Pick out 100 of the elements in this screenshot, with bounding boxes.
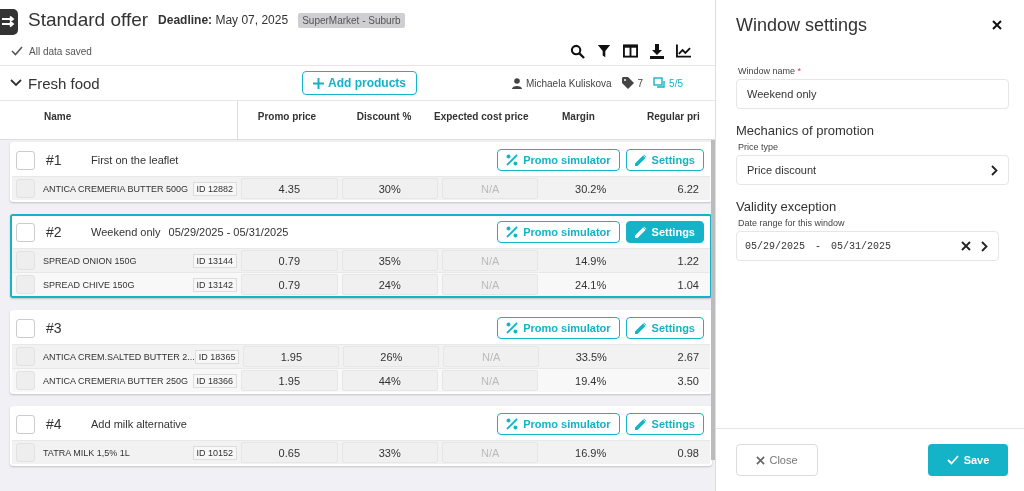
download-icon[interactable] bbox=[650, 43, 664, 59]
tag-icon bbox=[621, 77, 634, 89]
window-number: #1 bbox=[46, 152, 63, 168]
column-header: Discount % bbox=[355, 110, 413, 124]
margin-cell-text: 30.2% bbox=[574, 181, 608, 197]
date-separator: - bbox=[815, 240, 822, 252]
price-type-select[interactable]: Price discount bbox=[736, 155, 1009, 185]
discount-cell[interactable]: 35% bbox=[341, 250, 438, 271]
window-name: Add milk alternative bbox=[91, 418, 187, 430]
search-icon[interactable] bbox=[570, 43, 585, 59]
tag-count: 7 bbox=[637, 77, 644, 89]
window-number: #3 bbox=[46, 320, 63, 336]
field-label: Price type bbox=[738, 142, 780, 152]
close-icon[interactable] bbox=[992, 20, 1002, 30]
window-count: 5/5 bbox=[669, 77, 683, 89]
discount-cell[interactable]: 44% bbox=[341, 370, 438, 391]
columns-icon[interactable] bbox=[623, 44, 638, 58]
store-tag: SuperMarket - Suburb bbox=[298, 12, 405, 28]
chart-icon[interactable] bbox=[676, 44, 691, 58]
windows-icon bbox=[653, 77, 666, 89]
promo-price-cell[interactable]: 1.95 bbox=[241, 370, 338, 391]
chevron-right-icon[interactable] bbox=[981, 240, 988, 252]
column-header: Margin bbox=[561, 110, 596, 124]
panel-title: Window settings bbox=[736, 14, 868, 36]
product-id: ID 13144 bbox=[192, 253, 238, 268]
regular-price-cell-text: 6.22 bbox=[676, 181, 700, 197]
margin-cell-text: 19.4% bbox=[574, 373, 608, 389]
regular-price-cell-text: 3.50 bbox=[676, 373, 700, 389]
window-number: #2 bbox=[46, 224, 63, 240]
percent-icon bbox=[506, 418, 519, 430]
regular-price-cell-text: 1.22 bbox=[676, 253, 700, 269]
pencil-icon bbox=[634, 322, 647, 334]
product-name: SPREAD CHIVE 150G bbox=[43, 278, 136, 291]
product-name: SPREAD ONION 150G bbox=[43, 254, 138, 267]
date-to: 05/31/2025 bbox=[831, 240, 892, 252]
date-range-field[interactable]: 05/29/2025 - 05/31/2025 bbox=[736, 231, 999, 261]
regular-price-cell-text: 0.98 bbox=[676, 445, 700, 461]
scrollbar[interactable] bbox=[711, 140, 715, 460]
check-icon bbox=[11, 46, 23, 56]
product-id: ID 10152 bbox=[192, 445, 238, 460]
close-icon bbox=[756, 455, 766, 465]
promo-price-cell[interactable]: 1.95 bbox=[243, 346, 340, 367]
column-header: Name bbox=[0, 101, 239, 139]
regular-price-cell-text: 2.67 bbox=[676, 349, 700, 365]
promo-price-cell[interactable]: 0.65 bbox=[241, 442, 338, 463]
chevron-down-icon[interactable] bbox=[10, 79, 22, 87]
section-title: Fresh food bbox=[28, 74, 101, 92]
product-name: TATRA MILK 1,5% 1L bbox=[43, 446, 131, 459]
checkbox[interactable] bbox=[16, 222, 35, 242]
promo-price-cell[interactable]: 4.35 bbox=[241, 178, 338, 199]
date-from: 05/29/2025 bbox=[745, 240, 805, 252]
section-heading: Mechanics of promotion bbox=[736, 123, 875, 138]
column-header: Expected cost price bbox=[433, 110, 530, 124]
checkbox[interactable] bbox=[16, 318, 35, 338]
promo-price-cell[interactable]: 0.79 bbox=[241, 250, 338, 271]
margin-cell-text: 14.9% bbox=[574, 253, 608, 269]
regular-price-cell-text: 1.04 bbox=[676, 277, 700, 293]
deadline-text: Deadline: May 07, 2025 bbox=[158, 13, 289, 27]
section-heading: Validity exception bbox=[736, 199, 838, 214]
discount-cell[interactable]: 33% bbox=[341, 442, 438, 463]
discount-cell[interactable]: 24% bbox=[341, 274, 438, 295]
window-dates: 05/29/2025 - 05/31/2025 bbox=[168, 226, 289, 238]
column-header: Promo price bbox=[256, 110, 318, 124]
product-name: ANTICA CREMERIA BUTTER 500G bbox=[43, 182, 190, 195]
pencil-icon bbox=[634, 154, 647, 166]
checkbox[interactable] bbox=[16, 414, 35, 434]
product-id: ID 12882 bbox=[192, 181, 238, 196]
percent-icon bbox=[506, 226, 519, 238]
field-label: Window name * bbox=[738, 66, 803, 76]
arrows-icon bbox=[1, 16, 17, 28]
margin-cell-text: 24.1% bbox=[574, 277, 608, 293]
close-button[interactable]: Close bbox=[736, 444, 818, 476]
percent-icon bbox=[506, 322, 519, 334]
product-id: ID 18365 bbox=[194, 349, 240, 364]
plus-icon bbox=[313, 77, 324, 89]
product-id: ID 13142 bbox=[192, 277, 238, 292]
pencil-icon bbox=[634, 418, 647, 430]
pencil-icon bbox=[634, 226, 647, 238]
filter-icon[interactable] bbox=[597, 44, 611, 58]
margin-cell-text: 33.5% bbox=[574, 349, 608, 365]
menu-toggle-button[interactable] bbox=[0, 9, 18, 35]
column-header: Regular pri bbox=[645, 110, 701, 124]
promo-price-cell[interactable]: 0.79 bbox=[241, 274, 338, 295]
discount-cell[interactable]: 26% bbox=[343, 346, 440, 367]
window-name: Weekend only bbox=[91, 226, 161, 238]
chevron-right-icon bbox=[991, 164, 998, 176]
percent-icon bbox=[506, 154, 519, 166]
window-name-field[interactable]: Weekend only bbox=[736, 79, 1009, 109]
checkbox[interactable] bbox=[16, 150, 35, 170]
field-label: Date range for this window bbox=[738, 218, 846, 228]
clear-icon[interactable] bbox=[961, 241, 971, 251]
person-icon bbox=[511, 77, 522, 89]
product-name: ANTICA CREM.SALTED BUTTER 2... bbox=[43, 350, 195, 363]
margin-cell-text: 16.9% bbox=[574, 445, 608, 461]
save-status: All data saved bbox=[29, 45, 92, 57]
window-number: #4 bbox=[46, 416, 63, 432]
product-name: ANTICA CREMERIA BUTTER 250G bbox=[43, 374, 190, 387]
discount-cell[interactable]: 30% bbox=[341, 178, 438, 199]
product-id: ID 18366 bbox=[192, 373, 238, 388]
window-name: First on the leaflet bbox=[91, 154, 179, 166]
